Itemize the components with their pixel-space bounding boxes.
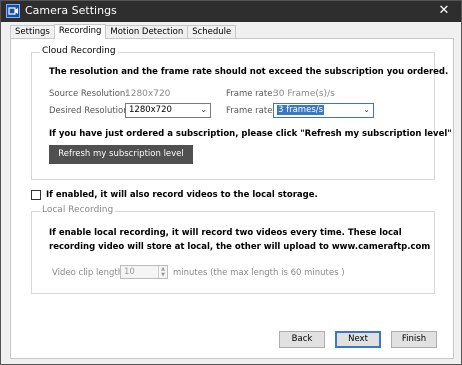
desired-resolution-value: 1280x720 — [129, 105, 172, 115]
refresh-subscription-button[interactable]: Refresh my subscription level — [49, 145, 193, 164]
recording-panel: Cloud Recording The resolution and the f… — [10, 38, 454, 359]
window-title: Camera Settings — [25, 4, 117, 17]
desired-resolution-select[interactable]: 1280x720 ⌄ — [125, 103, 211, 118]
finish-button[interactable]: Finish — [391, 331, 437, 348]
local-storage-checkbox-label: If enabled, it will also record videos t… — [46, 190, 318, 200]
camera-app-icon — [6, 4, 20, 18]
title-bar: Camera Settings ✕ — [1, 1, 461, 22]
camera-settings-window: Camera Settings ✕ Settings Recording Mot… — [0, 0, 462, 365]
clip-length-suffix: minutes (the max length is 60 minutes ) — [173, 268, 345, 278]
stepper-arrows-icon[interactable]: ▲ ▼ — [158, 266, 167, 278]
frame-rate-value: 3 frames/s — [277, 105, 325, 115]
source-resolution-label: Source Resolution: — [49, 89, 129, 99]
chevron-down-icon: ⌄ — [363, 105, 370, 114]
back-button[interactable]: Back — [279, 331, 325, 348]
cloud-recording-title: Cloud Recording — [40, 46, 118, 56]
local-recording-group: Local Recording — [31, 205, 435, 294]
local-info-line-2: recording video will store at local, the… — [49, 242, 431, 252]
clip-length-stepper[interactable]: 10 ▲ ▼ — [120, 265, 168, 279]
frame-rate-select[interactable]: 3 frames/s ⌄ — [273, 103, 374, 118]
close-window-button[interactable]: ✕ — [435, 2, 453, 20]
cloud-notice: The resolution and the frame rate should… — [49, 67, 449, 77]
source-frame-rate-label: Frame rate: — [226, 89, 276, 99]
frame-rate-label: Frame rate: — [226, 106, 276, 116]
source-frame-rate-value: 30 Frame(s)/s — [273, 89, 335, 99]
tab-bar: Settings Recording Motion Detection Sche… — [10, 24, 237, 39]
clip-length-label: Video clip length: — [52, 268, 126, 278]
clip-length-value: 10 — [124, 267, 135, 277]
refresh-hint: If you have just ordered a subscription,… — [49, 129, 452, 139]
desired-resolution-label: Desired Resolution: — [49, 106, 132, 116]
local-recording-title: Local Recording — [40, 205, 116, 215]
chevron-down-icon: ⌄ — [200, 105, 207, 114]
local-storage-checkbox[interactable] — [31, 190, 41, 200]
tab-settings[interactable]: Settings — [10, 25, 55, 39]
tab-motion-detection[interactable]: Motion Detection — [105, 25, 189, 39]
tab-schedule[interactable]: Schedule — [187, 25, 237, 39]
tab-recording[interactable]: Recording — [53, 24, 107, 39]
source-resolution-value: 1280x720 — [125, 89, 171, 99]
local-info-line-1: If enable local recording, it will recor… — [49, 228, 402, 238]
next-button[interactable]: Next — [335, 331, 381, 348]
